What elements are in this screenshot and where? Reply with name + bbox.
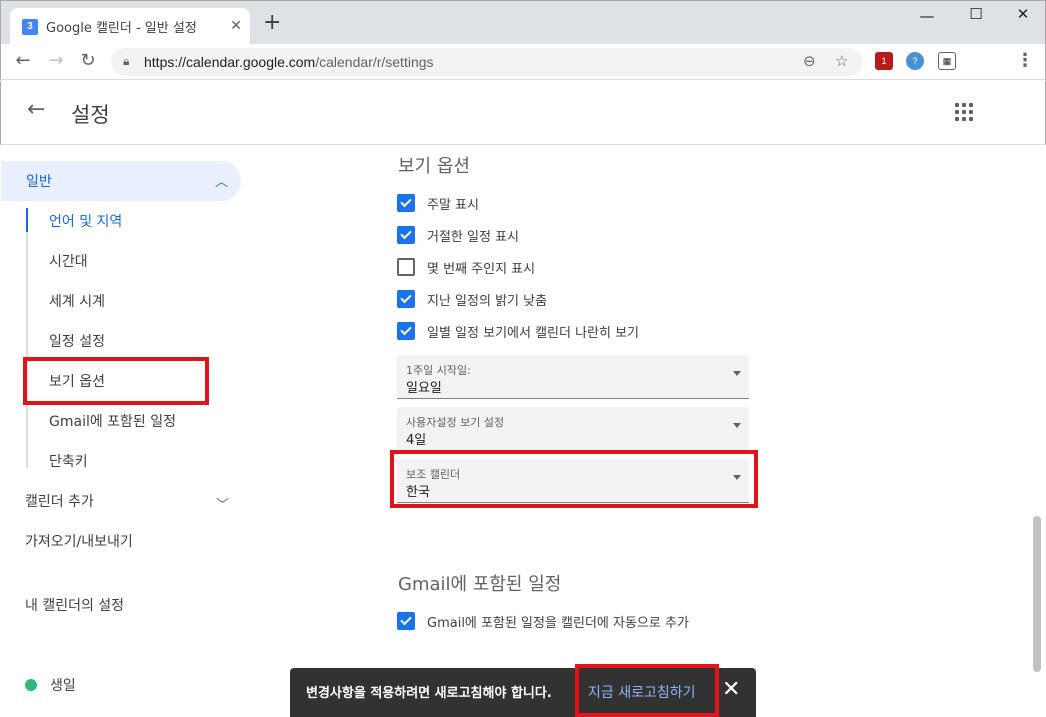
back-icon[interactable]: ← [11, 50, 35, 71]
week-start-select[interactable]: 1주일 시작일: 일요일 [397, 355, 749, 399]
new-tab-button[interactable]: + [263, 12, 281, 34]
ublock-extension-icon[interactable]: 1 [875, 52, 893, 70]
snackbar-message: 변경사항을 적용하려면 새로고침해야 합니다. [306, 686, 552, 701]
sidebar-item-import-export[interactable]: 가져오기/내보내기 [25, 531, 133, 551]
lock-icon: 🔒︎ [123, 54, 130, 68]
address-bar[interactable]: 🔒︎ https://calendar.google.com/calendar/… [111, 48, 863, 76]
checkbox-row[interactable]: 몇 번째 주인지 표시 [397, 257, 535, 277]
view-options-title: 보기 옵션 [398, 156, 470, 177]
zoom-icon[interactable]: ⊖ [803, 52, 816, 70]
sidebar-item-general[interactable]: 일반 ︿ [1, 161, 241, 201]
checkbox-checked[interactable] [397, 194, 415, 212]
gmail-events-title: Gmail에 포함된 일정 [398, 574, 562, 595]
select-value: 4일 [406, 433, 427, 448]
checkbox-label: 지난 일정의 밝기 낮춤 [427, 293, 548, 309]
checkbox-label: 거절한 일정 표시 [427, 229, 519, 245]
custom-view-select[interactable]: 사용자설정 보기 설정 4일 [397, 407, 749, 451]
checkbox-row[interactable]: 지난 일정의 밝기 낮춤 [397, 289, 547, 309]
dropdown-arrow-icon [733, 423, 741, 428]
checkbox-unchecked[interactable] [397, 258, 415, 276]
settings-sidebar: 일반 ︿ [1, 146, 261, 717]
extension-globe-icon[interactable]: ? [906, 52, 924, 70]
url-text[interactable]: https://calendar.google.com/calendar/r/s… [144, 54, 434, 70]
tab-title: Google 캘린더 - 일반 설정 [46, 21, 197, 36]
view-options-highlight [23, 357, 209, 405]
select-label: 1주일 시작일: [406, 364, 471, 377]
close-icon[interactable]: ✕ [722, 677, 740, 702]
checkbox-row[interactable]: 거절한 일정 표시 [397, 225, 519, 245]
checkbox-row[interactable]: 주말 표시 [397, 193, 479, 213]
sidebar-item-timezone[interactable]: 시간대 [49, 251, 88, 271]
bookmark-star-icon[interactable]: ☆ [835, 52, 848, 70]
checkbox-label: 일별 일정 보기에서 캘린더 나란히 보기 [427, 325, 640, 341]
alternate-calendar-highlight [390, 450, 758, 508]
browser-tab[interactable]: 3 Google 캘린더 - 일반 설정 ✕ [10, 8, 250, 45]
checkbox-checked[interactable] [397, 612, 415, 630]
calendar-favicon-icon: 3 [22, 18, 38, 35]
select-value: 일요일 [406, 381, 442, 396]
sidebar-item-world-clock[interactable]: 세계 시계 [49, 291, 105, 311]
checkbox-row[interactable]: Gmail에 포함된 일정을 캘린더에 자동으로 추가 [397, 611, 689, 631]
app-header: ← 설정 [0, 81, 1046, 145]
sidebar-item-shortcuts[interactable]: 단축키 [49, 451, 88, 471]
checkbox-checked[interactable] [397, 290, 415, 308]
minimize-icon[interactable]: — [912, 7, 942, 25]
birthday-color-dot [25, 679, 37, 691]
page-title: 설정 [71, 103, 110, 127]
sidebar-general-label: 일반 [26, 174, 52, 190]
sidebar-item-add-calendar[interactable]: 캘린더 추가 [25, 491, 94, 511]
chevron-up-icon: ︿ [215, 175, 229, 190]
google-apps-icon[interactable] [955, 103, 973, 121]
sidebar-item-event-settings[interactable]: 일정 설정 [49, 331, 105, 351]
window-close-icon[interactable]: ✕ [1008, 5, 1038, 23]
close-tab-icon[interactable]: ✕ [230, 18, 242, 34]
qr-extension-icon[interactable]: ▦ [938, 52, 956, 70]
scrollbar-thumb[interactable] [1033, 516, 1041, 672]
sidebar-active-indicator [26, 208, 28, 232]
chevron-down-icon[interactable]: ﹀ [216, 494, 229, 513]
reload-icon[interactable]: ↻ [76, 50, 100, 71]
dropdown-arrow-icon [733, 371, 741, 376]
refresh-now-highlight [575, 664, 719, 717]
back-arrow-icon[interactable]: ← [27, 97, 45, 122]
checkbox-checked[interactable] [397, 226, 415, 244]
maximize-icon[interactable]: ☐ [961, 5, 991, 23]
checkbox-label: Gmail에 포함된 일정을 캘린더에 자동으로 추가 [427, 615, 689, 631]
sidebar-tree-line [26, 208, 28, 468]
checkbox-label: 몇 번째 주인지 표시 [427, 261, 536, 277]
forward-icon[interactable]: → [44, 50, 68, 71]
sidebar-item-language-region[interactable]: 언어 및 지역 [49, 211, 122, 231]
browser-titlebar: 3 Google 캘린더 - 일반 설정 ✕ + — ☐ ✕ [0, 0, 1046, 45]
checkbox-checked[interactable] [397, 322, 415, 340]
checkbox-row[interactable]: 일별 일정 보기에서 캘린더 나란히 보기 [397, 321, 639, 341]
sidebar-item-birthday[interactable]: 생일 [50, 675, 76, 695]
sidebar-item-gmail-events[interactable]: Gmail에 포함된 일정 [49, 411, 176, 431]
checkbox-label: 주말 표시 [427, 197, 479, 213]
browser-menu-icon[interactable]: ⋮ [1016, 50, 1034, 71]
select-label: 사용자설정 보기 설정 [406, 416, 505, 429]
sidebar-my-calendars-heading: 내 캘린더의 설정 [25, 598, 125, 614]
